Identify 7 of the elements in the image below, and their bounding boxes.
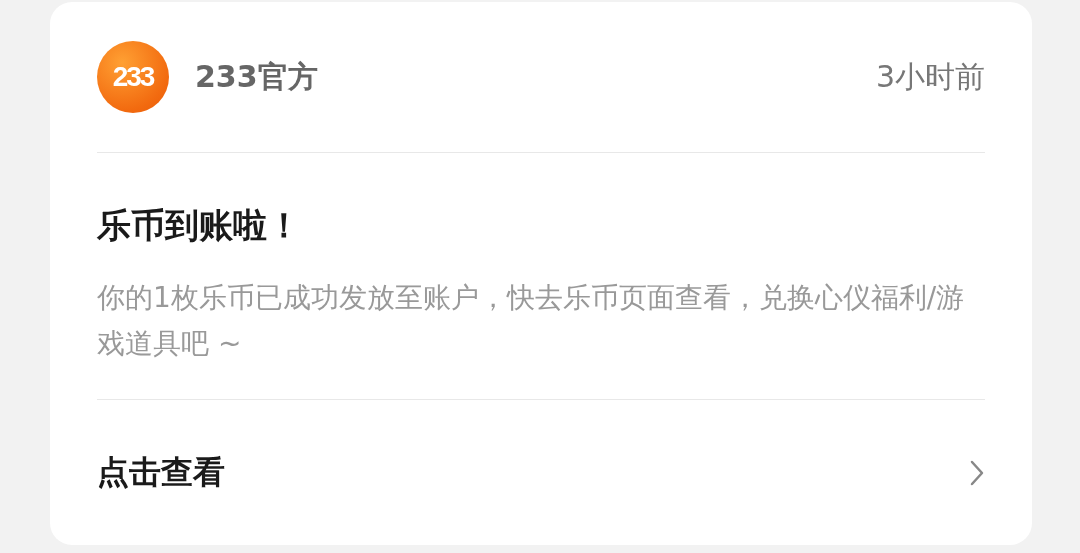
chevron-right-icon[interactable] — [969, 458, 985, 487]
brand-logo: 233 — [97, 41, 169, 113]
message-body: 你的1枚乐币已成功发放至账户，快去乐币页面查看，兑换心仪福利/游戏道具吧 ~ — [97, 280, 966, 362]
sender-name: 233官方 — [195, 57, 319, 96]
view-link[interactable]: 点击查看 — [97, 450, 225, 495]
message-title: 乐币到账啦！ — [97, 204, 302, 247]
message-time: 3小时前 — [875, 57, 985, 96]
